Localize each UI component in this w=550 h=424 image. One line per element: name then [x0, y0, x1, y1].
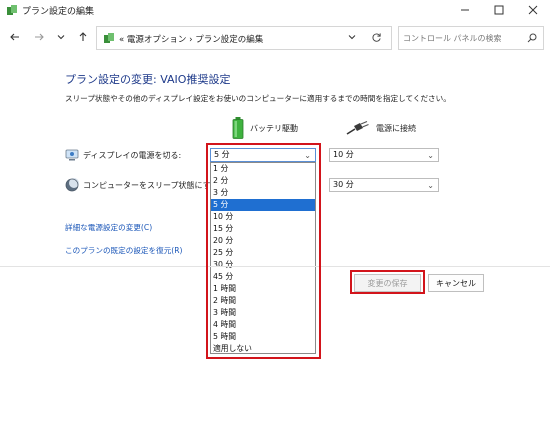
forward-button[interactable] — [32, 30, 46, 44]
close-button[interactable] — [516, 0, 550, 20]
display-off-setting: ディスプレイの電源を切る: — [65, 148, 181, 162]
dropdown-highlight-box — [206, 143, 321, 359]
search-box[interactable] — [398, 26, 544, 50]
ac-column-label: 電源に接続 — [376, 123, 416, 133]
breadcrumb[interactable]: « 電源オプション › プラン設定の編集 — [119, 33, 263, 45]
minimize-icon — [461, 9, 469, 11]
restore-defaults-link[interactable]: このプランの既定の設定を復元(R) — [65, 245, 183, 256]
search-input[interactable] — [403, 31, 521, 46]
sleep-moon-icon — [65, 178, 79, 192]
control-panel-icon — [104, 33, 114, 43]
address-dropdown-button[interactable] — [347, 32, 357, 45]
display-off-label: ディスプレイの電源を切る: — [83, 150, 182, 160]
ac-column-header: 電源に接続 — [346, 117, 416, 139]
navigation-bar: « 電源オプション › プラン設定の編集 — [0, 24, 550, 52]
up-button[interactable] — [76, 30, 90, 44]
chevron-down-icon: ⌄ — [427, 181, 434, 190]
close-icon — [528, 5, 538, 15]
recent-locations-button[interactable] — [54, 30, 68, 44]
display-icon — [65, 149, 79, 161]
back-button[interactable] — [8, 30, 22, 44]
sleep-ac-value: 30 分 — [333, 180, 354, 189]
arrow-right-icon — [35, 33, 44, 41]
display-off-ac-value: 10 分 — [333, 150, 354, 159]
chevron-down-icon — [348, 35, 356, 40]
display-off-ac-select[interactable]: 10 分 ⌄ — [329, 148, 439, 162]
sleep-ac-select[interactable]: 30 分 ⌄ — [329, 178, 439, 192]
sleep-setting: コンピューターをスリープ状態にする: — [65, 178, 221, 192]
battery-icon — [232, 117, 244, 139]
cancel-button[interactable]: キャンセル — [428, 274, 484, 292]
maximize-button[interactable] — [482, 0, 516, 20]
chevron-down-icon — [57, 35, 65, 40]
arrow-left-icon — [10, 33, 19, 41]
power-plug-icon — [346, 120, 369, 135]
battery-column-label: バッテリ駆動 — [250, 123, 298, 133]
page-heading: プラン設定の変更: VAIO推奨設定 — [65, 73, 231, 86]
refresh-icon — [372, 33, 381, 42]
battery-column-header: バッテリ駆動 — [232, 117, 298, 139]
save-button-highlight-box — [350, 270, 425, 294]
advanced-settings-link[interactable]: 詳細な電源設定の変更(C) — [65, 222, 152, 233]
window-title: プラン設定の編集 — [22, 7, 95, 17]
control-panel-icon — [7, 5, 17, 15]
title-bar: プラン設定の編集 — [0, 0, 550, 20]
chevron-down-icon: ⌄ — [427, 151, 434, 160]
address-bar[interactable]: « 電源オプション › プラン設定の編集 — [96, 26, 392, 50]
refresh-button[interactable] — [371, 32, 382, 46]
arrow-up-icon — [79, 32, 87, 41]
page-description: スリープ状態やその他のディスプレイ設定をお使いのコンピューターに適用するまでの時… — [65, 94, 451, 103]
sleep-label: コンピューターをスリープ状態にする: — [83, 180, 222, 190]
search-icon — [527, 33, 537, 46]
minimize-button[interactable] — [448, 0, 482, 20]
maximize-icon — [494, 5, 504, 15]
